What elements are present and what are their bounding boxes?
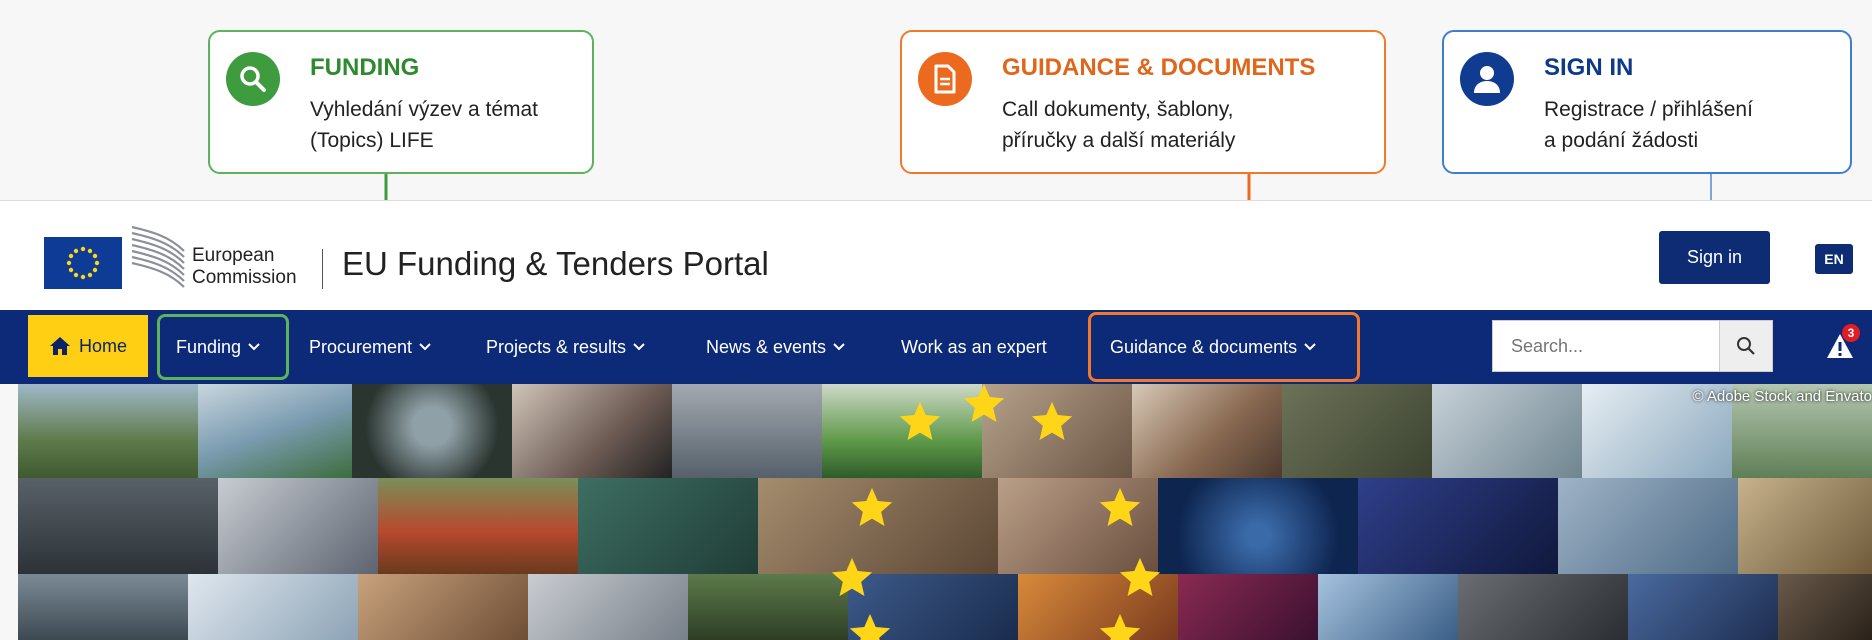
user-icon — [1460, 52, 1514, 106]
photo-tile — [1738, 478, 1872, 574]
eu-star-icon — [1099, 487, 1141, 526]
search-icon — [1737, 337, 1755, 355]
commission-building-logo — [128, 221, 188, 291]
photo-tile — [528, 574, 688, 640]
search-button[interactable] — [1719, 321, 1772, 371]
callout-title: FUNDING — [310, 54, 420, 81]
search-box — [1492, 320, 1773, 372]
portal-title: EU Funding & Tenders Portal — [342, 245, 769, 282]
eu-star-icon — [1031, 401, 1073, 440]
notifications-button[interactable]: 3 — [1824, 324, 1864, 366]
nav-item-news-events[interactable]: News & events — [706, 310, 846, 384]
org-line-1: European — [192, 245, 275, 266]
photo-tile — [1318, 574, 1458, 640]
callout-description: Call dokumenty, šablony, příručky a dalš… — [1002, 98, 1236, 152]
photo-tile — [578, 478, 758, 574]
funding-highlight — [157, 314, 289, 380]
guidance-highlight — [1088, 312, 1360, 382]
home-icon — [49, 337, 70, 355]
nav-item-label: Projects & results — [486, 336, 627, 357]
photo-tile — [1778, 574, 1872, 640]
chevron-down-icon — [633, 343, 645, 351]
nav-item-work-as-expert[interactable]: Work as an expert — [901, 310, 1047, 384]
nav-item-label: News & events — [706, 336, 827, 357]
portal-header: European Commission EU Funding & Tenders… — [0, 200, 1872, 311]
callout-description: Vyhledání výzev a témat (Topics) LIFE — [310, 98, 539, 152]
signin-callout: SIGN IN Registrace / přihlášení a podání… — [1442, 30, 1852, 174]
photo-tile — [1558, 478, 1738, 574]
callout-title: SIGN IN — [1544, 54, 1634, 81]
callout-description: Registrace / přihlášení a podání žádosti — [1544, 98, 1753, 152]
eu-star-icon — [849, 613, 891, 640]
photo-tile — [352, 384, 512, 478]
eu-star-icon — [1119, 557, 1161, 596]
photo-tile — [378, 478, 578, 574]
photo-tile — [672, 384, 822, 478]
photo-tile — [218, 478, 378, 574]
document-icon — [918, 52, 972, 106]
photo-tile — [1132, 384, 1282, 478]
photo-tile — [1458, 574, 1628, 640]
photo-tile — [198, 384, 352, 478]
callout-title: GUIDANCE & DOCUMENTS — [1002, 54, 1316, 81]
nav-home-button[interactable]: Home — [28, 315, 148, 377]
photo-tile — [1432, 384, 1582, 478]
sign-in-button[interactable]: Sign in — [1659, 231, 1770, 284]
notification-count: 3 — [1842, 324, 1860, 342]
photo-tile — [1358, 478, 1558, 574]
header-divider — [322, 249, 323, 289]
photo-tile — [1158, 478, 1358, 574]
nav-item-projects-results[interactable]: Projects & results — [486, 310, 646, 384]
photo-tile — [18, 478, 218, 574]
photo-tile — [18, 574, 188, 640]
chevron-down-icon — [419, 343, 431, 351]
photo-tile — [18, 384, 198, 478]
hero-image-mosaic: © Adobe Stock and Envato — [18, 384, 1872, 640]
photo-tile — [1282, 384, 1432, 478]
nav-item-procurement[interactable]: Procurement — [309, 310, 432, 384]
search-icon — [226, 52, 280, 106]
nav-home-label: Home — [78, 335, 127, 356]
language-selector[interactable]: EN — [1815, 244, 1853, 274]
image-credit: © Adobe Stock and Envato — [1692, 388, 1872, 405]
nav-item-label: Procurement — [309, 336, 413, 357]
photo-tile — [188, 574, 358, 640]
commission-name: European Commission — [192, 245, 297, 289]
eu-star-icon — [899, 401, 941, 440]
nav-item-label: Work as an expert — [901, 336, 1047, 357]
guidance-callout: GUIDANCE & DOCUMENTS Call dokumenty, šab… — [900, 30, 1386, 174]
main-navigation: Home Funding Procurement Projects & resu… — [0, 310, 1872, 384]
chevron-down-icon — [833, 343, 845, 351]
eu-star-icon — [831, 557, 873, 596]
search-input[interactable] — [1509, 335, 1703, 358]
eu-star-icon — [1099, 613, 1141, 640]
org-line-2: Commission — [192, 267, 297, 288]
eu-star-icon — [963, 384, 1005, 422]
photo-tile — [512, 384, 672, 478]
photo-tile — [1628, 574, 1778, 640]
photo-tile — [1178, 574, 1318, 640]
eu-flag-logo — [44, 237, 122, 289]
photo-tile — [688, 574, 848, 640]
eu-star-icon — [851, 487, 893, 526]
funding-callout: FUNDING Vyhledání výzev a témat (Topics)… — [208, 30, 594, 174]
photo-tile — [358, 574, 528, 640]
